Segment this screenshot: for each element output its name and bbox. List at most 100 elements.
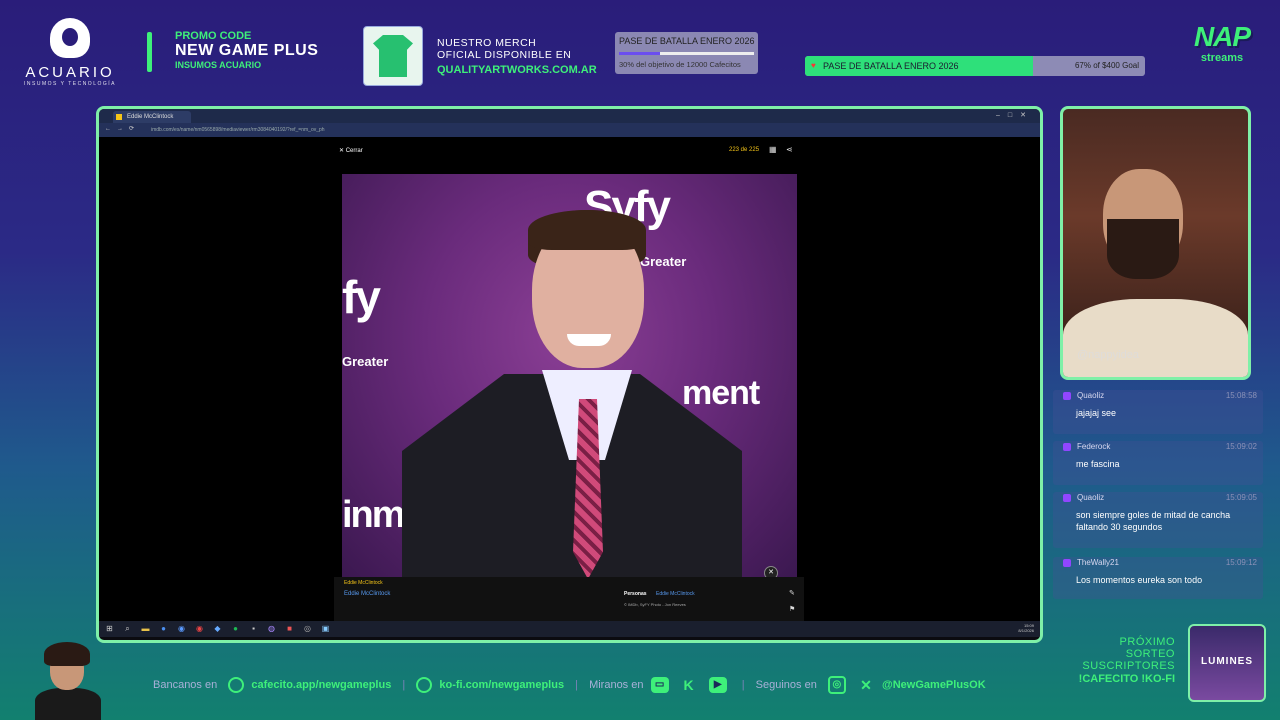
giveaway-line2: SORTEO xyxy=(1125,648,1175,660)
battle-pass-goal-small: PASE DE BATALLA ENERO 2026 30% del objet… xyxy=(615,32,758,74)
browser-icon[interactable]: ◉ xyxy=(177,624,186,633)
merch-line1: NUESTRO MERCH xyxy=(437,37,537,49)
youtube-icon[interactable]: ▶ xyxy=(708,677,727,693)
browser-tab[interactable]: Eddie McClintock xyxy=(113,111,191,123)
photo-greater-text: Greater xyxy=(640,254,687,269)
report-flag-icon[interactable]: ⚑ xyxy=(789,605,795,613)
chat-message: Federock 15:09:02 me fascina xyxy=(1053,441,1263,485)
photo-caption: Eddie McClintock Eddie McClintock Person… xyxy=(334,577,804,621)
app3-icon[interactable]: ■ xyxy=(285,624,294,633)
photo-ment-text: ment xyxy=(682,374,760,412)
instagram-icon[interactable]: ◎ xyxy=(827,676,846,694)
chat-message: Quaoliz 15:08:58 jajajaj see xyxy=(1053,390,1263,434)
app-icon[interactable]: ◉ xyxy=(195,624,204,633)
separator: | xyxy=(741,679,745,691)
chat-time: 15:09:05 xyxy=(1225,493,1257,502)
cam-tag: @nappyidea xyxy=(1077,349,1139,361)
chat-text: me fascina xyxy=(1076,459,1120,469)
kofi-link[interactable]: ko-fi.com/newgameplus xyxy=(439,679,564,691)
obs-icon[interactable]: ◎ xyxy=(303,624,312,633)
webcam-feed: @nappyidea xyxy=(1060,106,1251,380)
spotify-icon[interactable]: ● xyxy=(231,624,240,633)
merch-block: NUESTRO MERCH OFICIAL DISPONIBLE EN QUAL… xyxy=(437,37,597,76)
search-icon[interactable]: ⌕ xyxy=(123,624,132,633)
url-input[interactable]: imdb.com/es/name/nm0565898/mediaviewer/r… xyxy=(151,125,951,135)
merch-shirt-image xyxy=(363,26,423,86)
window-controls[interactable]: –□✕ xyxy=(996,111,1034,119)
battle-pass-goal-wide: ♥ PASE DE BATALLA ENERO 2026 67% of $400… xyxy=(805,56,1145,76)
acuario-mark-icon xyxy=(50,18,90,58)
separator: | xyxy=(402,679,406,691)
close-button[interactable]: ✕ Cerrar xyxy=(339,147,363,154)
chat-message: Quaoliz 15:09:05 son siempre goles de mi… xyxy=(1053,492,1263,548)
promo-divider xyxy=(147,32,152,72)
cam-beard-shape xyxy=(1107,219,1179,279)
next-giveaway: PRÓXIMO SORTEO SUSCRIPTORES !CAFECITO !K… xyxy=(1030,636,1175,685)
seguinos-label: Seguinos en xyxy=(755,679,817,691)
giveaway-game-title: LUMINES xyxy=(1201,656,1253,667)
nap-logo-sub: streams xyxy=(1200,52,1244,64)
cam-tshirt-shape xyxy=(1063,299,1248,377)
photo-credit: © IMDb, SyFY Photo - Jon Reeves xyxy=(624,602,686,607)
people-link[interactable]: Eddie McClintock xyxy=(656,591,695,597)
goal-small-progress xyxy=(619,52,754,55)
twitch-icon[interactable]: ▭ xyxy=(650,677,669,693)
tab-bar: Eddie McClintock –□✕ xyxy=(99,109,1040,123)
promo-sponsor: INSUMOS ACUARIO xyxy=(175,60,262,70)
social-handle[interactable]: @NewGamePlusOK xyxy=(882,679,986,691)
x-icon[interactable]: ✕ xyxy=(857,677,875,693)
goal-small-sub: 30% del objetivo de 12000 Cafecitos xyxy=(619,60,741,69)
chat-user: Quaoliz xyxy=(1077,493,1105,502)
start-icon[interactable]: ⊞ xyxy=(105,624,114,633)
cafecito-link[interactable]: cafecito.app/newgameplus xyxy=(251,679,391,691)
address-bar: ←→⟳ imdb.com/es/name/nm0565898/mediaview… xyxy=(99,123,1040,137)
promo-block: PROMO CODE NEW GAME PLUS INSUMOS ACUARIO xyxy=(175,30,318,70)
photo-brand2-text: fy xyxy=(342,271,381,323)
clock-date: 8/1/2026 xyxy=(1018,628,1034,633)
steam-icon[interactable]: ◆ xyxy=(213,624,222,633)
chat-text: Los momentos eureka son todo xyxy=(1076,575,1203,585)
goal-small-fill xyxy=(619,52,660,55)
grid-icon[interactable]: ▦ xyxy=(769,145,777,154)
edit-icon[interactable]: ✎ xyxy=(789,589,795,597)
bancanos-label: Bancanos en xyxy=(153,679,218,691)
nap-streams-logo: NAP streams xyxy=(1184,22,1260,78)
caption-name-link[interactable]: Eddie McClintock xyxy=(344,591,390,597)
app2-icon[interactable]: ▪ xyxy=(249,624,258,633)
chat-text: jajajaj see xyxy=(1076,408,1117,418)
goal-wide-title: PASE DE BATALLA ENERO 2026 xyxy=(823,61,959,71)
folder-icon[interactable]: ▬ xyxy=(141,624,150,633)
chrome-icon[interactable]: ● xyxy=(159,624,168,633)
discord-icon[interactable]: ◍ xyxy=(267,624,276,633)
nav-buttons-icon[interactable]: ←→⟳ xyxy=(105,125,140,132)
share-icon[interactable]: ⋖ xyxy=(786,145,793,154)
promo-code: NEW GAME PLUS xyxy=(175,42,319,59)
chat-message: TheWally21 15:09:12 Los momentos eureka … xyxy=(1053,557,1263,599)
separator: | xyxy=(575,679,578,691)
acuario-name: ACUARIO xyxy=(25,64,115,81)
streamer-avatar xyxy=(30,640,105,720)
people-label: Personas xyxy=(624,591,647,597)
photo-greater2-text: Greater xyxy=(342,354,389,369)
kick-icon[interactable]: K xyxy=(680,677,698,693)
imdb-media-viewer: ✕ Cerrar 223 de 225 ▦ ⋖ Syfy Greater fy … xyxy=(99,137,1040,621)
smile-shape xyxy=(567,334,611,346)
cafecito-icon xyxy=(228,677,245,693)
kofi-icon xyxy=(416,677,433,693)
chat-user: Federock xyxy=(1077,442,1111,451)
avatar-hair-shape xyxy=(44,642,90,666)
twitch-icon xyxy=(1063,392,1071,400)
twitch-icon xyxy=(1063,559,1071,567)
acuario-sub: INSUMOS Y TECNOLOGÍA xyxy=(24,81,116,87)
merch-url: QUALITYARTWORKS.COM.AR xyxy=(437,64,597,76)
windows-taskbar: ⊞ ⌕ ▬ ● ◉ ◉ ◆ ● ▪ ◍ ■ ◎ ▣ 15:09 8/1/2026 xyxy=(99,621,1040,637)
chat-user: Quaoliz xyxy=(1077,391,1105,400)
shirt-icon xyxy=(373,35,413,77)
close-label: Cerrar xyxy=(345,148,363,154)
chat-user: TheWally21 xyxy=(1077,558,1119,567)
chat-time: 15:09:12 xyxy=(1225,558,1257,567)
app4-icon[interactable]: ▣ xyxy=(321,624,330,633)
taskbar-clock: 15:09 8/1/2026 xyxy=(1018,623,1034,633)
heart-icon: ♥ xyxy=(811,61,816,70)
chat-time: 15:08:58 xyxy=(1225,391,1257,400)
